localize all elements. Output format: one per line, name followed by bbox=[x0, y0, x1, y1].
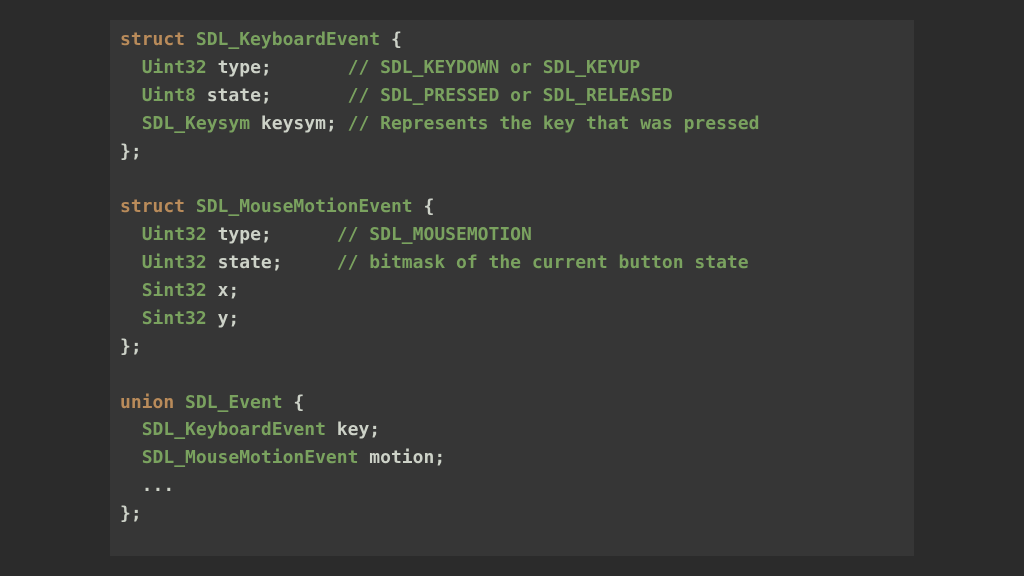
code-token: // bitmask of the current button state bbox=[337, 252, 749, 273]
code-block: struct SDL_KeyboardEvent { Uint32 type; … bbox=[120, 26, 904, 528]
code-token: key bbox=[337, 419, 370, 440]
code-token: SDL_MouseMotionEvent bbox=[196, 196, 413, 217]
code-token bbox=[196, 85, 207, 106]
code-token: union bbox=[120, 392, 174, 413]
code-token bbox=[207, 252, 218, 273]
code-token: Uint32 bbox=[142, 57, 207, 78]
code-token: Uint32 bbox=[142, 224, 207, 245]
code-token bbox=[185, 29, 196, 50]
code-token: { bbox=[283, 392, 305, 413]
code-token: type bbox=[218, 224, 261, 245]
code-token: struct bbox=[120, 29, 185, 50]
code-token: // SDL_KEYDOWN or SDL_KEYUP bbox=[348, 57, 641, 78]
code-token: { bbox=[380, 29, 402, 50]
code-token: y bbox=[218, 308, 229, 329]
code-token: keysym bbox=[261, 113, 326, 134]
code-token bbox=[207, 57, 218, 78]
code-token: // SDL_MOUSEMOTION bbox=[337, 224, 532, 245]
code-token: ; bbox=[434, 447, 445, 468]
code-token: SDL_KeyboardEvent bbox=[142, 419, 326, 440]
code-panel: struct SDL_KeyboardEvent { Uint32 type; … bbox=[110, 20, 914, 556]
code-token bbox=[120, 113, 142, 134]
code-token: ; bbox=[261, 57, 348, 78]
code-token bbox=[120, 57, 142, 78]
code-token: state bbox=[218, 252, 272, 273]
code-token: // Represents the key that was pressed bbox=[348, 113, 760, 134]
code-token: { bbox=[413, 196, 435, 217]
code-token bbox=[207, 280, 218, 301]
code-token: Uint8 bbox=[142, 85, 196, 106]
code-token bbox=[120, 252, 142, 273]
code-token bbox=[120, 280, 142, 301]
code-token bbox=[174, 392, 185, 413]
code-token: SDL_Event bbox=[185, 392, 283, 413]
code-token: x bbox=[218, 280, 229, 301]
code-token: SDL_Keysym bbox=[142, 113, 250, 134]
code-token: motion bbox=[369, 447, 434, 468]
code-token bbox=[326, 419, 337, 440]
code-token: ; bbox=[261, 85, 348, 106]
code-token bbox=[358, 447, 369, 468]
code-token: type bbox=[218, 57, 261, 78]
code-token: ; bbox=[261, 224, 337, 245]
code-token bbox=[120, 308, 142, 329]
code-token: Sint32 bbox=[142, 280, 207, 301]
code-token: state bbox=[207, 85, 261, 106]
code-token bbox=[120, 419, 142, 440]
code-token: }; bbox=[120, 336, 142, 357]
code-token bbox=[207, 224, 218, 245]
code-token bbox=[185, 196, 196, 217]
code-token: Sint32 bbox=[142, 308, 207, 329]
code-token: ; bbox=[369, 419, 380, 440]
code-token: SDL_MouseMotionEvent bbox=[142, 447, 359, 468]
code-token: ; bbox=[228, 308, 239, 329]
code-token: SDL_KeyboardEvent bbox=[196, 29, 380, 50]
code-token: }; bbox=[120, 141, 142, 162]
code-token: }; bbox=[120, 503, 142, 524]
code-token: Uint32 bbox=[142, 252, 207, 273]
code-token: ; bbox=[228, 280, 239, 301]
code-token: ... bbox=[120, 475, 174, 496]
code-token bbox=[120, 224, 142, 245]
code-token: ; bbox=[326, 113, 348, 134]
code-token: struct bbox=[120, 196, 185, 217]
code-token bbox=[120, 447, 142, 468]
code-token bbox=[250, 113, 261, 134]
code-token bbox=[207, 308, 218, 329]
code-token: // SDL_PRESSED or SDL_RELEASED bbox=[348, 85, 673, 106]
code-token: ; bbox=[272, 252, 337, 273]
code-token bbox=[120, 85, 142, 106]
